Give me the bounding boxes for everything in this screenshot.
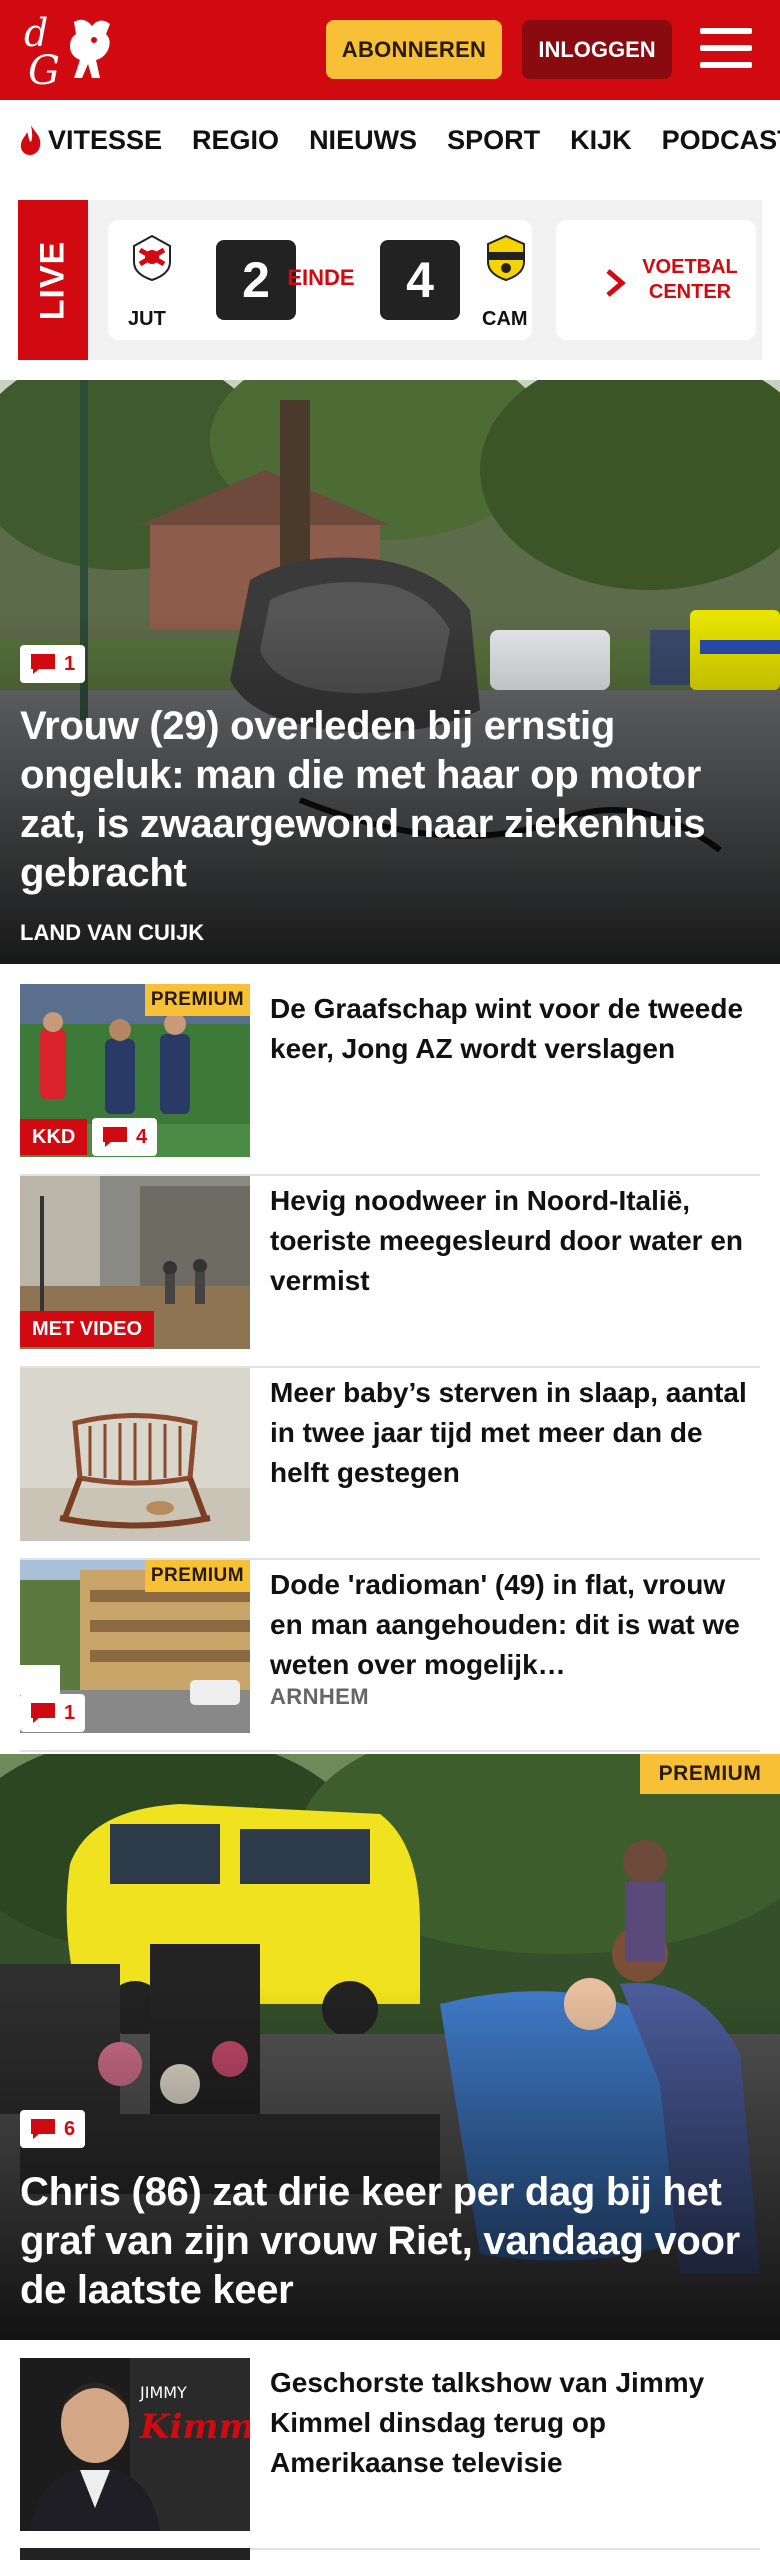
live-scores-bar: LIVE JUT 2 EINDE 4 CAM VOETBAL CENTER xyxy=(18,200,762,360)
article-location: ARNHEM xyxy=(270,1684,369,1709)
hero-title[interactable]: Chris (86) zat drie keer per dag bij het… xyxy=(20,2168,765,2315)
comment-badge: 1 xyxy=(20,1694,86,1732)
site-header: d G ABONNEREN INLOGGEN xyxy=(0,0,780,100)
away-crest-icon xyxy=(487,234,525,282)
chevron-right-icon[interactable] xyxy=(600,268,630,298)
article-row[interactable]: MET VIDEO Hevig noodweer in Noord-Italië… xyxy=(20,1176,760,1368)
menu-icon[interactable] xyxy=(700,24,752,72)
match-status: EINDE xyxy=(287,265,355,290)
article-title[interactable]: De Graafschap wint voor de tweede keer, … xyxy=(270,989,750,1069)
nav-item-kijk[interactable]: KIJK xyxy=(570,125,632,156)
section-nav: VITESSE REGIO NIEUWS SPORT KIJK PODCAST xyxy=(0,100,780,180)
comment-icon xyxy=(103,1127,127,1147)
login-button[interactable]: INLOGGEN xyxy=(522,20,672,79)
premium-badge: PREMIUM xyxy=(640,1754,780,1794)
away-score: 4 xyxy=(380,240,460,320)
comment-icon xyxy=(31,2119,55,2139)
svg-text:Kimmel: Kimmel xyxy=(139,2407,250,2447)
nav-item-sport[interactable]: SPORT xyxy=(447,125,540,156)
comment-badge: 6 xyxy=(20,2110,86,2148)
flame-icon xyxy=(20,125,41,155)
article-thumbnail: Kimmel JIMMY xyxy=(20,2358,250,2531)
comment-badge: 1 xyxy=(20,645,86,683)
comment-icon xyxy=(31,654,55,674)
article-title[interactable]: Dode 'radioman' (49) in flat, vrouw en m… xyxy=(270,1565,750,1685)
article-row[interactable]: PREMIUM 1 Dode 'radioman' (49) in flat, … xyxy=(20,1560,760,1752)
live-label: LIVE xyxy=(18,200,88,360)
nav-item-vitesse[interactable]: VITESSE xyxy=(18,124,162,156)
football-center-link[interactable]: VOETBAL CENTER xyxy=(638,220,742,340)
article-row[interactable]: PREMIUM KKD 4 De Graafschap wint voor de… xyxy=(20,984,760,1176)
home-crest-icon xyxy=(133,234,171,282)
article-thumbnail-partial xyxy=(20,2548,250,2560)
away-team: CAM xyxy=(482,308,528,330)
premium-badge: PREMIUM xyxy=(145,984,250,1016)
article-title[interactable]: Hevig noodweer in Noord-Italië, toeriste… xyxy=(270,1181,750,1301)
subscribe-button[interactable]: ABONNEREN xyxy=(326,20,502,79)
logo[interactable]: d G xyxy=(22,10,118,94)
nav-label: VITESSE xyxy=(48,124,163,155)
hero-location: LAND VAN CUIJK xyxy=(20,920,205,945)
nav-item-podcast[interactable]: PODCAST xyxy=(662,125,780,156)
article-row[interactable]: Meer baby’s sterven in slaap, aantal in … xyxy=(20,1368,760,1560)
article-title[interactable]: Geschorste talkshow van Jimmy Kimmel din… xyxy=(270,2363,750,2483)
article-tag: KKD xyxy=(20,1119,88,1155)
home-score: 2 xyxy=(216,240,296,320)
nav-item-nieuws[interactable]: NIEUWS xyxy=(309,125,417,156)
hero-article-1[interactable]: 1 Vrouw (29) overleden bij ernstig ongel… xyxy=(0,380,780,964)
video-tag: MET VIDEO xyxy=(20,1311,155,1347)
match-card[interactable]: JUT 2 EINDE 4 CAM xyxy=(108,220,532,340)
comment-badge: 4 xyxy=(92,1118,158,1156)
home-team: JUT xyxy=(128,308,166,330)
article-thumbnail xyxy=(20,1368,250,1541)
svg-text:G: G xyxy=(28,48,60,90)
article-row[interactable]: Kimmel JIMMY Geschorste talkshow van Jim… xyxy=(20,2358,760,2550)
svg-text:JIMMY: JIMMY xyxy=(139,2383,187,2402)
nav-item-regio[interactable]: REGIO xyxy=(192,125,279,156)
article-title[interactable]: Meer baby’s sterven in slaap, aantal in … xyxy=(270,1373,750,1493)
hero-title[interactable]: Vrouw (29) overleden bij ernstig ongeluk… xyxy=(20,702,760,898)
hero-article-2[interactable]: PREMIUM 6 Chris (86) zat drie keer per d… xyxy=(0,1754,780,2340)
comment-icon xyxy=(31,1703,55,1723)
premium-badge: PREMIUM xyxy=(145,1560,250,1592)
